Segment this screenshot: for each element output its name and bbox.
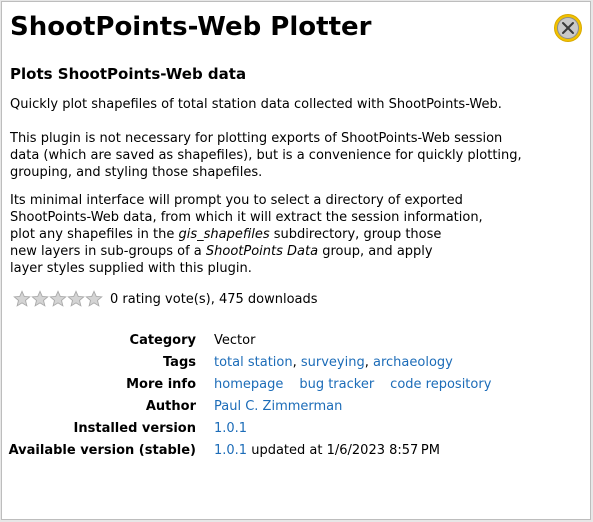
more-info-row: More info homepage bug tracker code reposi… <box>2 377 592 395</box>
category-label: Category <box>129 333 196 348</box>
description-emphasis: gis_shapefiles <box>178 227 270 242</box>
star-icon[interactable] <box>85 290 103 308</box>
tag-separator: , <box>364 355 373 370</box>
rating-row: 0 rating vote(s), 475 downloads <box>13 290 318 308</box>
description-line: Quickly plot shapefiles of total station… <box>10 97 502 112</box>
description-text: group, and apply <box>318 244 433 259</box>
author-label: Author <box>145 399 196 414</box>
tag-link-total-station[interactable]: total station <box>214 355 293 370</box>
tag-link-archaeology[interactable]: archaeology <box>373 355 453 370</box>
available-version-link[interactable]: 1.0.1 <box>214 443 247 458</box>
tags-row: Tags total station, surveying, archaeolo… <box>2 355 592 373</box>
star-icon[interactable] <box>67 290 85 308</box>
star-icon[interactable] <box>13 290 31 308</box>
description-paragraph-3: Its minimal interface will prompt you to… <box>10 192 585 277</box>
description-emphasis: ShootPoints Data <box>205 244 319 259</box>
tag-separator: , <box>292 355 301 370</box>
more-info-label: More info <box>126 377 196 392</box>
author-value: Paul C. Zimmerman <box>214 399 342 414</box>
author-link[interactable]: Paul C. Zimmerman <box>214 399 342 414</box>
rating-stars[interactable] <box>13 290 103 308</box>
more-info-links: homepage bug tracker code repository <box>214 377 491 392</box>
description-paragraph-2: This plugin is not necessary for plottin… <box>10 130 585 181</box>
description-line: ShootPoints-Web data, from which it will… <box>10 210 483 225</box>
category-value: Vector <box>214 333 256 348</box>
plugin-title: ShootPoints-Web Plotter <box>10 12 372 42</box>
tags-value: total station, surveying, archaeology <box>214 355 453 370</box>
installed-version-link[interactable]: 1.0.1 <box>214 421 247 436</box>
bug-tracker-link[interactable]: bug tracker <box>299 377 374 392</box>
description-line: layer styles supplied with this plugin. <box>10 261 252 276</box>
installed-version-label: Installed version <box>73 421 196 436</box>
available-version-value: 1.0.1 updated at 1/6/2023 8:57 PM <box>214 443 440 458</box>
description-line: This plugin is not necessary for plottin… <box>10 131 503 146</box>
tags-label: Tags <box>162 355 196 370</box>
tag-link-surveying[interactable]: surveying <box>301 355 365 370</box>
code-repository-link[interactable]: code repository <box>390 377 491 392</box>
available-version-updated: updated at 1/6/2023 8:57 PM <box>247 443 440 458</box>
description-paragraph-1: Quickly plot shapefiles of total station… <box>10 96 585 113</box>
installed-version-value: 1.0.1 <box>214 421 247 436</box>
author-row: Author Paul C. Zimmerman <box>2 399 592 417</box>
description-line: Its minimal interface will prompt you to… <box>10 193 463 208</box>
plugin-subtitle: Plots ShootPoints-Web data <box>10 65 247 83</box>
plugin-details-panel: ShootPoints-Web Plotter Plots ShootPoint… <box>1 1 591 520</box>
description-text: plot any shapefiles in the <box>10 227 179 242</box>
description-line: data (which are saved as shapefiles), bu… <box>10 148 522 163</box>
homepage-link[interactable]: homepage <box>214 377 283 392</box>
category-row: Category Vector <box>2 333 592 351</box>
description-text: new layers in sub-groups of a <box>10 244 206 259</box>
rating-summary: 0 rating vote(s), 475 downloads <box>110 291 318 307</box>
description-text: subdirectory, group those <box>269 227 442 242</box>
available-version-row: Available version (stable) 1.0.1 updated… <box>2 443 592 461</box>
description-line: grouping, and styling those shapefiles. <box>10 165 263 180</box>
description-line: plot any shapefiles in the gis_shapefile… <box>10 226 585 243</box>
star-icon[interactable] <box>49 290 67 308</box>
close-icon[interactable] <box>553 13 583 43</box>
description-line: new layers in sub-groups of a ShootPoint… <box>10 243 585 260</box>
star-icon[interactable] <box>31 290 49 308</box>
available-version-label: Available version (stable) <box>8 443 196 458</box>
installed-version-row: Installed version 1.0.1 <box>2 421 592 439</box>
